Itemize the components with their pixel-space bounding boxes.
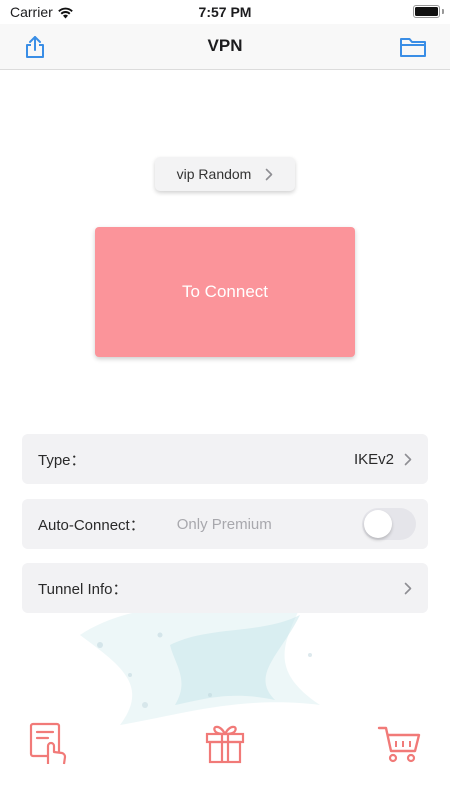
type-row[interactable]: Type： IKEv2 [22,434,428,484]
type-label: Type： [38,451,86,469]
server-label: vip Random [176,166,252,182]
chevron-right-icon [266,168,273,180]
tunnel-info-row[interactable]: Tunnel Info： [22,563,428,613]
auto-connect-label: Auto-Connect： [38,516,145,534]
toggle-knob [364,510,392,538]
battery-tip [442,9,444,14]
guide-icon [29,722,67,765]
auto-connect-row: Auto-Connect： Only Premium [22,499,428,549]
page-title: VPN [207,36,243,55]
navigation-bar: VPN [0,24,450,70]
guide-button[interactable] [28,720,74,766]
clock: 7:57 PM [198,4,252,20]
server-selector[interactable]: vip Random [155,157,295,191]
auto-connect-toggle[interactable] [362,508,416,540]
status-bar: Carrier 7:57 PM [0,0,450,24]
gift-icon [205,725,245,764]
chevron-right-icon [404,453,412,465]
folder-button[interactable] [398,32,428,62]
gift-button[interactable] [202,720,248,766]
premium-note: Only Premium [176,515,272,533]
folder-icon [400,38,426,57]
type-value: IKEv2 [353,450,394,468]
chevron-right-icon [404,582,412,594]
battery-icon [413,5,440,18]
tunnel-info-label: Tunnel Info： [38,580,128,598]
cart-icon [377,726,421,763]
connect-button[interactable]: To Connect [95,227,355,357]
cart-button[interactable] [376,720,422,766]
